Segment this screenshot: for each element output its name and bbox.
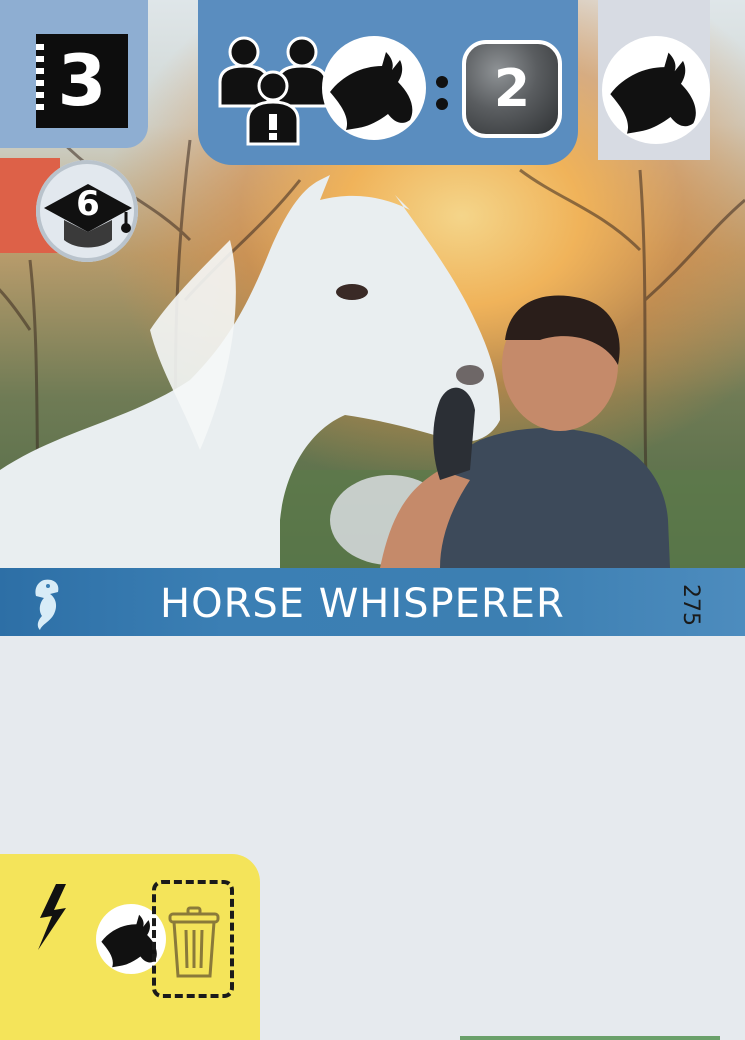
animal-requirement-badge bbox=[322, 36, 426, 140]
ratio-colon bbox=[436, 72, 450, 112]
animal-type-badge bbox=[602, 36, 710, 144]
education-value: 6 bbox=[76, 184, 100, 224]
ratio-value-badge: 2 bbox=[462, 40, 562, 138]
bottom-edge bbox=[460, 1036, 720, 1040]
lightning-bolt-icon bbox=[38, 884, 66, 950]
cost-value: 3 bbox=[57, 40, 107, 122]
ratio-value: 2 bbox=[493, 59, 531, 119]
film-strip-cost-icon bbox=[36, 44, 44, 116]
seahorse-icon bbox=[35, 579, 59, 630]
card-number: 275 bbox=[678, 584, 703, 626]
goat-head-icon bbox=[330, 52, 413, 130]
cost-badge: 3 bbox=[36, 34, 128, 128]
people-alert-icon bbox=[218, 36, 328, 146]
card-title: HORSE WHISPERER bbox=[160, 581, 565, 627]
goat-head-icon bbox=[610, 52, 696, 134]
trash-can-icon bbox=[168, 906, 220, 978]
discard-slot bbox=[152, 880, 234, 998]
